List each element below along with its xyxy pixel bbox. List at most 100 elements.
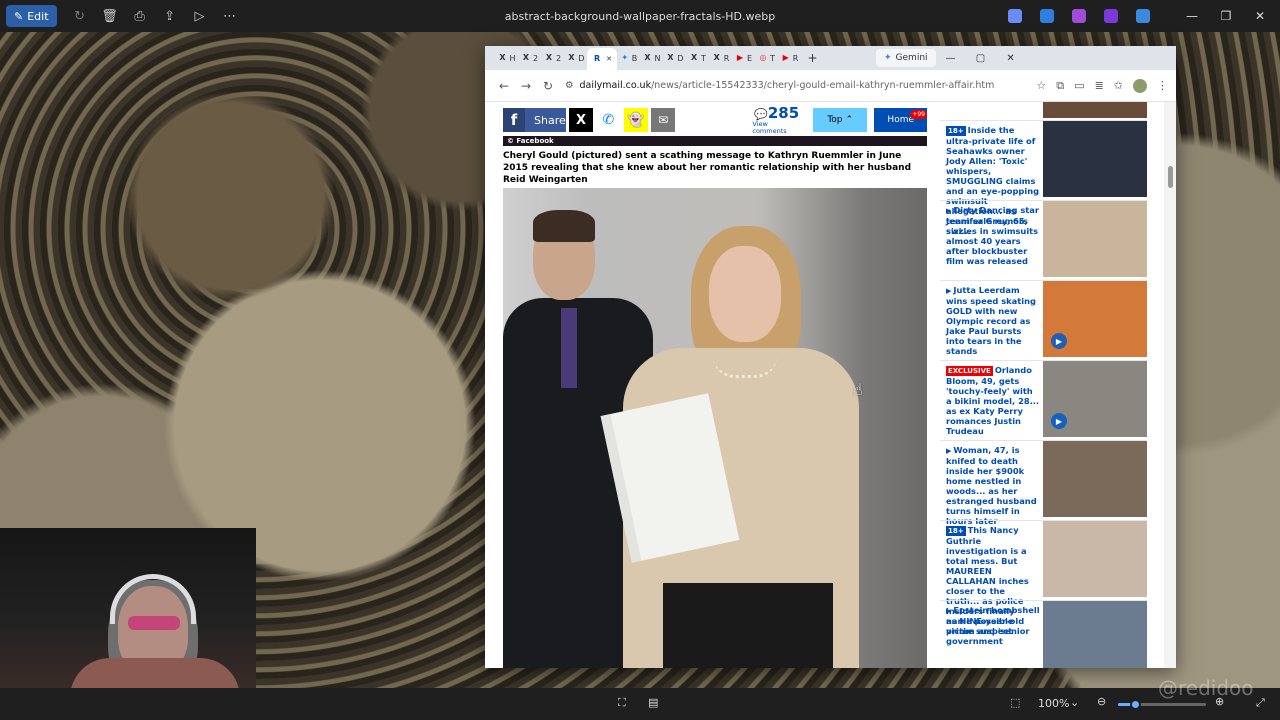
back-icon[interactable]: ←	[493, 79, 515, 93]
sidebar-story-thumbnail[interactable]: ▶	[1043, 361, 1147, 437]
menu-icon[interactable]: ⋮	[1157, 79, 1168, 92]
print-icon[interactable]: ⎙	[125, 4, 155, 28]
sidebar-story-text[interactable]: ▶ Epstein bombshell as NINE-year-old vict…	[946, 605, 1040, 646]
actual-size-icon[interactable]: ⬚	[1010, 696, 1020, 709]
url-path: /news/article-15542333/cheryl-gould-emai…	[651, 80, 995, 91]
maximize-icon[interactable]: ❐	[1210, 4, 1242, 28]
email-share-icon[interactable]: ✉	[650, 108, 676, 132]
sidebar-story[interactable]: 18+ This Nancy Guthrie investigation is a…	[940, 520, 1147, 636]
fit-to-window-icon[interactable]: ⛶	[618, 696, 626, 710]
profile-avatar[interactable]	[1133, 78, 1147, 93]
film-strip-icon[interactable]: ▤	[648, 696, 658, 709]
browser-tab[interactable]: ▶ R	[778, 49, 801, 67]
messenger-share-icon[interactable]: ✆	[596, 108, 621, 132]
zoom-slider-knob[interactable]	[1130, 699, 1141, 710]
sidebar-story-thumbnail[interactable]	[1043, 201, 1147, 277]
scrollbar-thumb[interactable]	[1168, 166, 1173, 188]
exclusive-badge: EXCLUSIVE	[946, 366, 993, 376]
sidebar-story-thumbnail[interactable]: ▶	[1043, 281, 1147, 357]
copilot-icon[interactable]	[1008, 9, 1022, 23]
zoom-slider[interactable]	[1118, 699, 1206, 710]
home-button[interactable]: Home +99	[874, 108, 927, 132]
collections-icon[interactable]: ≣	[1095, 79, 1104, 92]
create-icon[interactable]	[1104, 9, 1118, 23]
reload-icon[interactable]: ↻	[537, 79, 559, 93]
delete-icon[interactable]: 🗑	[95, 4, 125, 28]
gemini-button[interactable]: ✦ Gemini	[876, 49, 936, 67]
sidebar-story-text[interactable]: ▶ Woman, 47, is knifed to death inside he…	[946, 445, 1040, 526]
sidebar-story-text[interactable]: EXCLUSIVE Orlando Bloom, 49, gets 'touchy…	[946, 365, 1040, 436]
sidebar-story[interactable]: ▶ Epstein bombshell as NINE-year-old vict…	[940, 600, 1147, 668]
sidebar-story[interactable]: EXCLUSIVE Orlando Bloom, 49, gets 'touchy…	[940, 360, 1147, 437]
slideshow-icon[interactable]: ▷	[185, 4, 215, 28]
sidebar-story-thumbnail[interactable]	[1043, 441, 1147, 517]
viewer-right-controls: — ❐ ✕	[1000, 4, 1276, 28]
edit-button[interactable]: ✎ Edit	[6, 5, 57, 27]
zoom-level[interactable]: 100%	[1038, 697, 1069, 710]
url-field[interactable]: ⚙ dailymail.co.uk/news/article-15542333/…	[565, 74, 995, 98]
share-icon[interactable]: ⇪	[155, 4, 185, 28]
comments-link[interactable]: 💬285 View comments	[752, 106, 801, 134]
browser-tab[interactable]: XN	[640, 49, 663, 67]
browser-tab[interactable]: X2	[541, 49, 564, 67]
clipchamp-icon[interactable]	[1072, 9, 1086, 23]
x-share-icon[interactable]: X	[568, 108, 594, 132]
sidebar-story[interactable]: 18+ Inside the ultra-private life of Seah…	[940, 120, 1147, 236]
zoom-out-icon[interactable]: ⊖	[1097, 695, 1106, 708]
sidebar-story-thumbnail[interactable]	[1043, 601, 1147, 668]
browser-close-icon[interactable]: ✕	[996, 53, 1026, 64]
fullscreen-icon[interactable]: ⤢	[1256, 696, 1265, 710]
browser-tab[interactable]: XH	[495, 49, 518, 67]
snapchat-share-icon[interactable]: 👻	[623, 108, 648, 132]
sidebar-story[interactable]: ▶ Jutta Leerdam wins speed skating GOLD w…	[940, 280, 1147, 357]
sidebar-story[interactable]: ▶ Dirty Dancing star Jennifer Grey, 65, s…	[940, 200, 1147, 277]
x-icon: X	[690, 53, 698, 62]
cloud-icon[interactable]	[1136, 9, 1150, 23]
designer-icon[interactable]	[1040, 9, 1054, 23]
sidebar-story-text[interactable]: ▶ Dirty Dancing star Jennifer Grey, 65, s…	[946, 205, 1040, 266]
site-info-icon[interactable]: ⚙	[565, 80, 574, 91]
video-play-icon[interactable]: ▶	[1051, 333, 1067, 349]
sidebar-story-thumbnail[interactable]	[1043, 521, 1147, 597]
browser-tab[interactable]: ▶ E	[732, 49, 755, 67]
rotate-icon[interactable]: ↻	[65, 4, 95, 28]
browser-minimize-icon[interactable]: —	[936, 53, 966, 64]
browser-tab[interactable]: R ✕	[587, 48, 617, 70]
extensions-icon[interactable]: ⧉	[1056, 79, 1064, 93]
page-scrollbar[interactable]	[1164, 102, 1176, 668]
zoom-dropdown-chevron-icon[interactable]: ⌄	[1070, 696, 1079, 709]
close-tab-icon[interactable]: ✕	[606, 55, 612, 63]
forward-icon[interactable]: →	[515, 79, 537, 93]
address-bar: ← → ↻ ⚙ dailymail.co.uk/news/article-155…	[485, 70, 1176, 102]
browser-tab[interactable]: X2	[518, 49, 541, 67]
browser-tab[interactable]: ◎ T	[755, 49, 778, 67]
split-screen-icon[interactable]: ▭	[1074, 79, 1084, 92]
video-play-icon[interactable]: ▶	[1051, 413, 1067, 429]
x-icon: X	[545, 53, 553, 62]
home-badge: +99	[910, 110, 927, 119]
browser-tab[interactable]: XR	[709, 49, 732, 67]
sidebar-story[interactable]: ▶ Woman, 47, is knifed to death inside he…	[940, 440, 1147, 526]
browser-tab[interactable]: XD	[564, 49, 587, 67]
sidebar-story-thumbnail[interactable]	[1043, 121, 1147, 197]
facebook-share-button[interactable]: f Share	[503, 108, 566, 132]
top-button[interactable]: Top ⌃	[812, 108, 868, 132]
browser-tab[interactable]: XT	[686, 49, 709, 67]
new-tab-icon[interactable]: +	[801, 49, 824, 67]
browser-tab[interactable]: ✦ B	[617, 49, 640, 67]
more-options-icon[interactable]: ⋯	[215, 4, 245, 28]
webcam-headset	[110, 574, 196, 624]
favorites-icon[interactable]: ✩	[1114, 79, 1123, 92]
photo-credit: © Facebook	[503, 136, 927, 146]
tab-label: T	[770, 53, 775, 63]
browser-tab[interactable]: XD	[663, 49, 686, 67]
tab-label: 2	[532, 53, 539, 63]
browser-maximize-icon[interactable]: ▢	[966, 53, 996, 64]
story-arrow-icon: ▶	[946, 447, 952, 455]
minimize-icon[interactable]: —	[1176, 4, 1208, 28]
age-rating-badge: 18+	[946, 526, 966, 536]
bookmark-star-icon[interactable]: ☆	[1036, 79, 1046, 92]
close-icon[interactable]: ✕	[1244, 4, 1276, 28]
comment-count: 285	[767, 104, 800, 122]
sidebar-story-text[interactable]: ▶ Jutta Leerdam wins speed skating GOLD w…	[946, 285, 1040, 356]
